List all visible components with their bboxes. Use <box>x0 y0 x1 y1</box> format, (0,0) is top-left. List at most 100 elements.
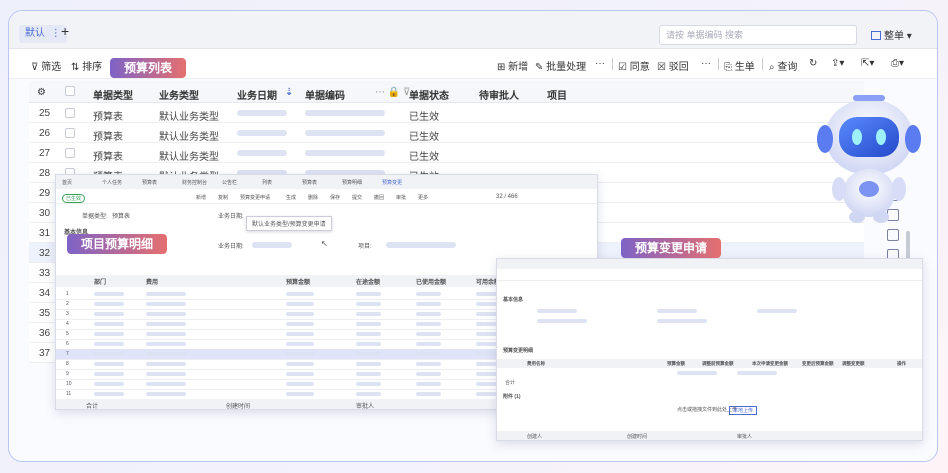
col-header[interactable]: 单据状态 <box>409 87 449 102</box>
change-col-header[interactable]: 本次申请变更金额 <box>752 361 788 367</box>
detail-cell-blur <box>94 352 124 356</box>
footer-label: 创建时间 <box>226 404 251 410</box>
query-button[interactable]: ⌕ 查询 <box>769 58 797 73</box>
change-col-header[interactable]: 预算金额 <box>667 361 685 367</box>
divider <box>762 58 763 70</box>
print-icon[interactable]: ⎙▾ <box>891 58 904 69</box>
detail-toolbar-button[interactable]: 更多 <box>418 194 428 201</box>
col-header[interactable]: 单据类型 <box>93 87 133 102</box>
cell-code-blur <box>305 130 385 136</box>
detail-toolbar-button[interactable]: 生成 <box>286 194 296 201</box>
detail-cell-blur <box>356 392 381 396</box>
detail-toolbar-button[interactable]: 删除 <box>308 194 318 201</box>
new-button[interactable]: ⊞ 新增 <box>497 58 528 73</box>
more-button-2[interactable]: ··· <box>701 58 711 69</box>
upload-button[interactable]: 本地上传 <box>729 406 758 415</box>
field-label: 业务日期: <box>218 214 244 220</box>
change-col-header[interactable]: 调整变更额 <box>842 361 865 367</box>
layout-switch[interactable]: 整单 ▾ <box>871 27 912 42</box>
cell-type: 预算表 <box>93 132 123 143</box>
tab-menu-icon[interactable]: ⋮ <box>51 28 61 39</box>
sort-button[interactable]: ⇅ 排序 <box>71 58 102 73</box>
field-blur <box>537 309 577 313</box>
detail-row-number: 6 <box>66 341 69 347</box>
detail-toolbar-button[interactable]: 新增 <box>196 194 206 201</box>
change-col-header[interactable]: 费用名称 <box>527 361 545 367</box>
col-header[interactable]: 项目 <box>547 87 567 102</box>
col-header[interactable]: 单据编码 <box>305 87 345 102</box>
refresh-icon[interactable]: ↻ <box>809 58 817 69</box>
detail-tab[interactable]: 公告栏 <box>222 179 237 186</box>
share-icon[interactable]: ⇱▾ <box>861 58 874 69</box>
detail-toolbar-button[interactable]: 预算变更申请 <box>240 194 270 201</box>
detail-toolbar-button[interactable]: 撤回 <box>374 194 384 201</box>
detail-col-header[interactable]: 部门 <box>94 277 106 286</box>
add-tab-button[interactable]: + <box>61 23 69 39</box>
detail-tab[interactable]: 列表 <box>262 179 272 186</box>
table-row[interactable]: 26 预算表 默认业务类型 已生效 <box>29 123 864 143</box>
detail-cell-blur <box>416 302 441 306</box>
row-checkbox[interactable] <box>65 148 75 158</box>
col-header[interactable]: 业务类型 <box>159 87 199 102</box>
change-col-header[interactable]: 变更后预算金额 <box>802 361 834 367</box>
field-blur <box>657 309 697 313</box>
filter-button[interactable]: ⊽ 筛选 <box>31 58 61 73</box>
search-input[interactable]: 请按 单据编码 搜索 <box>659 25 857 45</box>
change-col-header[interactable]: 调整前预算金额 <box>702 361 734 367</box>
column-tools-icon[interactable]: ⋯ 🔒 ⊽ <box>375 87 410 98</box>
cell-status: 已生效 <box>409 152 439 163</box>
table-row[interactable]: 25 预算表 默认业务类型 已生效 <box>29 103 864 123</box>
settings-icon[interactable]: ⚙ <box>37 87 46 98</box>
change-footer <box>497 431 922 440</box>
tab-bar: 默认 ⋮ + 请按 单据编码 搜索 整单 ▾ <box>9 11 937 49</box>
export-icon[interactable]: ⇪▾ <box>831 58 844 69</box>
detail-toolbar-button[interactable]: 复制 <box>218 194 228 201</box>
change-col-header[interactable]: 操作 <box>897 361 906 367</box>
detail-col-header[interactable]: 已使用金额 <box>416 277 446 286</box>
col-header[interactable]: 业务日期 <box>237 87 277 102</box>
row-checkbox[interactable] <box>65 128 75 138</box>
detail-cell-blur <box>146 342 186 346</box>
detail-tab[interactable]: 预算变更 <box>382 179 402 186</box>
detail-toolbar-button[interactable]: 提交 <box>352 194 362 201</box>
footer-label: 合计 <box>86 404 99 410</box>
reject-button[interactable]: ☒ 驳回 <box>657 58 689 73</box>
generate-button[interactable]: ⎘ 生单 <box>724 58 755 73</box>
field-blur <box>757 309 797 313</box>
detail-tab[interactable]: 预算表 <box>142 179 157 186</box>
pager[interactable]: 32 / 466 <box>496 194 518 200</box>
detail-tabbar <box>56 175 597 189</box>
detail-cell-blur <box>356 372 381 376</box>
detail-cell-blur <box>146 302 186 306</box>
row-checkbox[interactable] <box>65 108 75 118</box>
detail-col-header[interactable]: 预算金额 <box>286 277 310 286</box>
detail-toolbar-button[interactable]: 审批 <box>396 194 406 201</box>
detail-toolbar-button[interactable]: 保存 <box>330 194 340 201</box>
field-value: 预算表 <box>112 214 131 220</box>
filter-label: 筛选 <box>41 62 62 73</box>
detail-cell-blur <box>94 292 124 296</box>
detail-col-header[interactable]: 费用 <box>146 277 158 286</box>
batch-button[interactable]: ✎ 批量处理 <box>535 58 586 73</box>
sort-asc-icon[interactable]: ⇣ <box>285 87 293 98</box>
detail-tab[interactable]: 预算表 <box>302 179 317 186</box>
cell-code-blur <box>305 110 385 116</box>
row-number: 25 <box>39 108 51 119</box>
table-row[interactable]: 27 预算表 默认业务类型 已生效 <box>29 143 864 163</box>
pen-icon: ✎ <box>535 62 547 73</box>
agree-button[interactable]: ☑ 同意 <box>618 58 650 73</box>
detail-tab[interactable]: 首页 <box>62 179 72 186</box>
detail-cell-blur <box>146 362 186 366</box>
detail-tab[interactable]: 个人任务 <box>102 179 122 186</box>
tab-default[interactable]: 默认 ⋮ <box>19 25 67 43</box>
row-action-icon[interactable] <box>887 229 899 241</box>
detail-tab[interactable]: 财务控制台 <box>182 179 207 186</box>
detail-cell-blur <box>416 322 441 326</box>
more-button[interactable]: ··· <box>595 58 605 69</box>
detail-tab[interactable]: 预算明细 <box>342 179 362 186</box>
select-all-checkbox[interactable] <box>65 86 75 96</box>
footer-label: 审批人 <box>737 434 753 440</box>
robot-mascot-icon <box>817 95 921 223</box>
col-header[interactable]: 待审批人 <box>479 87 519 102</box>
detail-col-header[interactable]: 在途金额 <box>356 277 380 286</box>
